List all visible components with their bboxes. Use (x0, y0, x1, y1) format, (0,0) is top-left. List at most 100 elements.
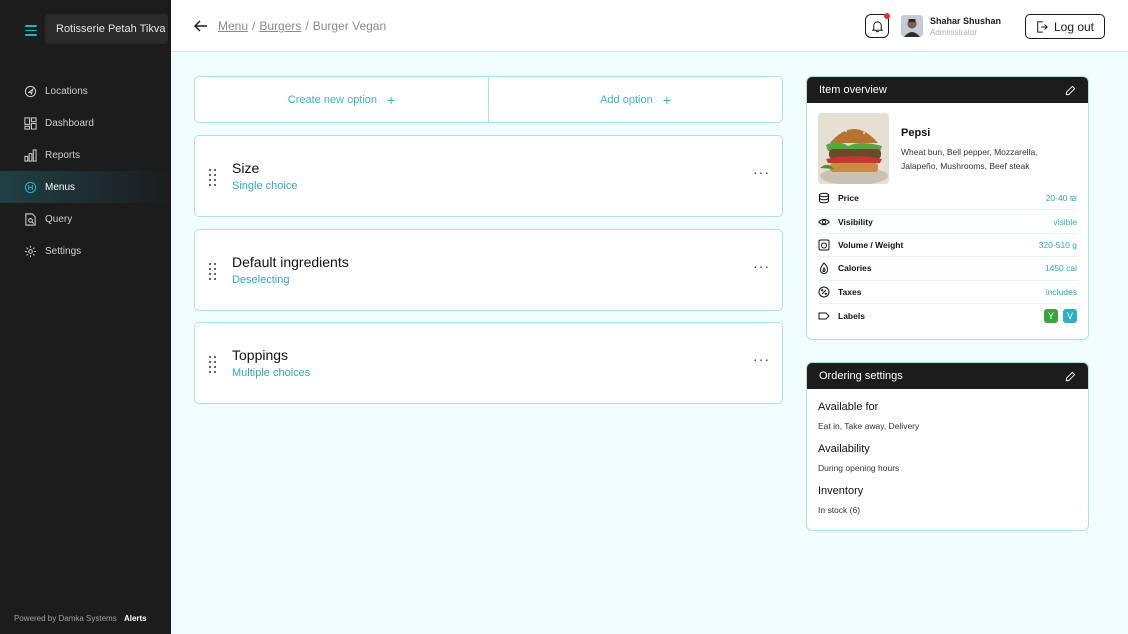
property-value: includes (1045, 286, 1077, 297)
sidebar-footer: Powered by Damka Systems Alerts (14, 614, 147, 623)
breadcrumb-menu[interactable]: Menu (218, 19, 248, 33)
property-label: Visibility (838, 216, 873, 227)
tag-icon (818, 310, 830, 322)
property-taxes: Taxes includes (818, 281, 1077, 304)
avatar[interactable] (901, 15, 923, 37)
label-badge-vegan: Y (1044, 308, 1058, 323)
sidebar-item-label: Reports (45, 149, 81, 161)
header: Menu / Burgers / Burger Vegan Shahar Shushan… (171, 0, 1128, 52)
inventory-title: Inventory (818, 485, 864, 497)
more-options-icon[interactable]: ··· (753, 258, 770, 274)
sidebar-item-menus[interactable]: Menus (0, 171, 171, 203)
logout-icon (1037, 20, 1048, 33)
property-visibility: Visibility visible (818, 210, 1077, 234)
add-option-button[interactable]: Add option + (488, 77, 782, 122)
sidebar-nav: Locations Dashboard Reports Menus Query (0, 75, 171, 267)
create-new-option-label: Create new option (287, 93, 378, 106)
sidebar-item-dashboard[interactable]: Dashboard (0, 107, 171, 139)
hamburger-menu-icon[interactable] (25, 25, 37, 36)
ordering-settings-title: Ordering settings (819, 370, 903, 382)
item-overview-header: Item overview (807, 77, 1088, 103)
sidebar-top: Rotisserie Petah Tikva (0, 14, 171, 44)
option-subtitle: Single choice (232, 180, 298, 192)
notifications-bell-icon[interactable] (865, 13, 890, 38)
property-labels: Labels Y V (818, 304, 1077, 327)
ordering-sections: Available for Eat in, Take away, Deliver… (807, 401, 1088, 515)
powered-by-text: Powered by Damka Systems (14, 614, 117, 623)
property-value: visible (1053, 216, 1077, 227)
edit-pencil-icon[interactable] (1065, 371, 1076, 382)
sidebar-item-label: Locations (45, 85, 88, 97)
create-new-option-button[interactable]: Create new option + (195, 77, 488, 122)
sidebar-item-query[interactable]: Query (0, 203, 171, 235)
more-options-icon[interactable]: ··· (753, 164, 770, 180)
property-value: 1450 cal (1044, 263, 1077, 274)
breadcrumb-burgers[interactable]: Burgers (259, 19, 301, 33)
option-title: Default ingredients (232, 254, 349, 270)
sidebar-item-label: Menus (45, 181, 76, 193)
coins-icon (818, 192, 830, 204)
drag-handle-icon[interactable] (209, 169, 217, 186)
label-badge-v: V (1063, 308, 1077, 323)
sidebar-item-locations[interactable]: Locations (0, 75, 171, 107)
item-properties: Price 20-40 ₪ Visibility visible Volume … (807, 187, 1088, 327)
flame-icon (818, 262, 830, 275)
user-role: Administrator (930, 28, 978, 37)
gear-icon (24, 245, 37, 258)
property-label: Volume / Weight (838, 239, 904, 250)
percent-icon (818, 286, 830, 298)
available-for-value: Eat in, Take away, Delivery (818, 421, 920, 431)
property-label: Taxes (838, 286, 862, 297)
query-icon (24, 212, 37, 226)
item-summary: Pepsi Wheat bun, Bell pepper, Mozzarella… (807, 103, 1088, 187)
dashboard-icon (24, 116, 37, 130)
property-label: Price (838, 193, 859, 204)
location-icon (24, 85, 37, 98)
ordering-settings-header: Ordering settings (807, 363, 1088, 389)
user-name: Shahar Shushan (930, 16, 1002, 26)
option-card-size[interactable]: Size Single choice ··· (194, 135, 783, 217)
edit-pencil-icon[interactable] (1065, 85, 1076, 96)
sidebar-item-reports[interactable]: Reports (0, 139, 171, 171)
alerts-link[interactable]: Alerts (124, 614, 147, 623)
option-actions: Create new option + Add option + (194, 76, 783, 123)
ordering-settings-card: Ordering settings Available for Eat in, … (806, 362, 1089, 531)
option-card-default-ingredients[interactable]: Default ingredients Deselecting ··· (194, 229, 783, 311)
availability-value: During opening hours (818, 463, 900, 473)
option-card-toppings[interactable]: Toppings Multiple choices ··· (194, 322, 783, 404)
availability-title: Availability (818, 443, 870, 455)
breadcrumb-current: Burger Vegan (312, 19, 387, 33)
drag-handle-icon[interactable] (209, 356, 217, 373)
item-overview-title: Item overview (819, 84, 887, 96)
notification-dot (884, 13, 890, 19)
property-volume-weight: Volume / Weight 320-510 g (818, 234, 1077, 258)
item-name: Pepsi (901, 127, 931, 139)
more-options-icon[interactable]: ··· (753, 351, 770, 367)
reports-icon (24, 148, 37, 162)
logout-button[interactable]: Log out (1025, 14, 1105, 39)
breadcrumb: Menu / Burgers / Burger Vegan (218, 19, 387, 33)
property-value: 20-40 ₪ (1045, 193, 1077, 204)
menus-icon (24, 181, 37, 194)
plus-icon: + (662, 91, 671, 108)
inventory-value: In stock (6) (818, 505, 861, 515)
sidebar-item-label: Settings (45, 245, 82, 257)
sidebar-item-label: Query (45, 213, 73, 225)
item-description: Wheat bun, Bell pepper, Mozzarella, Jala… (901, 147, 1038, 171)
drag-handle-icon[interactable] (209, 263, 217, 280)
plus-icon: + (387, 91, 396, 108)
property-calories: Calories 1450 cal (818, 257, 1077, 281)
logout-label: Log out (1053, 19, 1095, 34)
option-title: Size (232, 160, 260, 176)
back-arrow-icon[interactable] (193, 18, 209, 34)
add-option-label: Add option (600, 93, 653, 106)
restaurant-selector[interactable]: Rotisserie Petah Tikva (45, 14, 168, 44)
sidebar: Rotisserie Petah Tikva Locations Dashboa… (0, 0, 171, 634)
option-title: Toppings (232, 347, 289, 363)
sidebar-item-label: Dashboard (45, 117, 94, 129)
sidebar-item-settings[interactable]: Settings (0, 235, 171, 267)
item-overview-card: Item overview Pepsi Wheat bun, Bell pepp… (806, 76, 1089, 340)
burger-image (818, 113, 889, 184)
option-subtitle: Deselecting (232, 274, 290, 286)
property-price: Price 20-40 ₪ (818, 187, 1077, 211)
